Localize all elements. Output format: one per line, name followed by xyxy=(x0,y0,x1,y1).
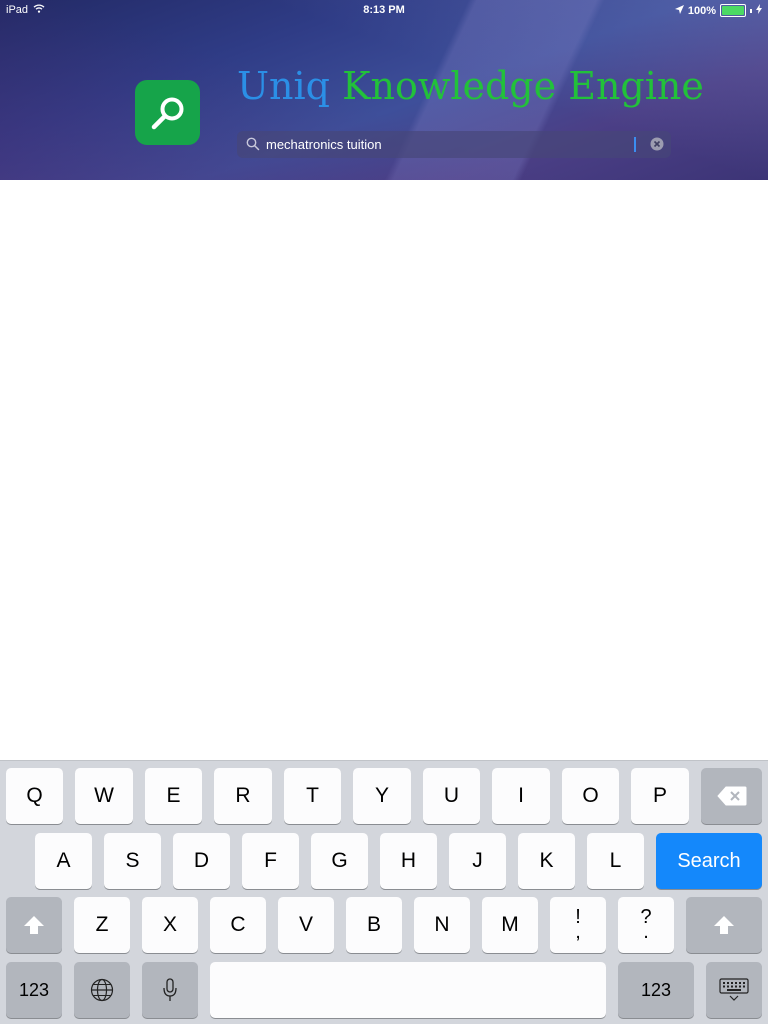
app-title-uniq: Uniq xyxy=(237,64,330,108)
period-label: . xyxy=(643,921,649,943)
key-question-period[interactable]: ? . xyxy=(618,897,674,953)
key-exclaim-comma[interactable]: ! , xyxy=(550,897,606,953)
location-arrow-icon xyxy=(674,4,684,17)
app-logo xyxy=(135,80,200,145)
magnifier-icon xyxy=(246,137,260,156)
status-right: 100% xyxy=(674,4,762,17)
key-v[interactable]: V xyxy=(278,897,334,953)
search-key[interactable]: Search xyxy=(656,833,762,889)
key-o[interactable]: O xyxy=(562,768,619,824)
search-input[interactable] xyxy=(266,133,646,155)
key-t[interactable]: T xyxy=(284,768,341,824)
key-a[interactable]: A xyxy=(35,833,92,889)
dismiss-keyboard-key[interactable] xyxy=(706,962,762,1018)
magnifier-logo-icon xyxy=(151,97,183,129)
key-x[interactable]: X xyxy=(142,897,198,953)
key-n[interactable]: N xyxy=(414,897,470,953)
shift-arrow-icon xyxy=(24,916,44,934)
key-s[interactable]: S xyxy=(104,833,161,889)
key-f[interactable]: F xyxy=(242,833,299,889)
text-caret xyxy=(634,137,636,152)
numbers-key-left[interactable]: 123 xyxy=(6,962,62,1018)
key-j[interactable]: J xyxy=(449,833,506,889)
globe-icon xyxy=(90,978,114,1002)
battery-tip xyxy=(750,8,752,13)
results-area xyxy=(0,180,768,760)
space-key[interactable] xyxy=(210,962,606,1018)
backspace-icon xyxy=(716,786,746,806)
question-period-glyph: ? . xyxy=(640,907,651,943)
shift-key-right[interactable] xyxy=(686,897,762,953)
exclaim-comma-glyph: ! , xyxy=(575,907,581,943)
key-h[interactable]: H xyxy=(380,833,437,889)
status-bar: iPad 8:13 PM 100% xyxy=(0,0,768,20)
backspace-key[interactable] xyxy=(701,768,762,824)
search-bar[interactable] xyxy=(237,131,671,158)
shift-key-left[interactable] xyxy=(6,897,62,953)
battery-percent: 100% xyxy=(687,4,716,17)
numbers-key-right[interactable]: 123 xyxy=(618,962,694,1018)
microphone-icon xyxy=(163,978,177,1001)
globe-key[interactable] xyxy=(74,962,130,1018)
comma-label: , xyxy=(575,921,581,943)
key-i[interactable]: I xyxy=(492,768,550,824)
clear-circle-icon[interactable] xyxy=(650,137,664,151)
key-m[interactable]: M xyxy=(482,897,538,953)
screen: iPad 8:13 PM 100% Uniq Knowledge Engine … xyxy=(0,0,768,1024)
keyboard-hide-icon xyxy=(719,978,749,1001)
key-u[interactable]: U xyxy=(423,768,480,824)
dictation-key[interactable] xyxy=(142,962,198,1018)
key-z[interactable]: Z xyxy=(74,897,130,953)
key-w[interactable]: W xyxy=(75,768,133,824)
key-k[interactable]: K xyxy=(518,833,575,889)
key-q[interactable]: Q xyxy=(6,768,63,824)
key-r[interactable]: R xyxy=(214,768,272,824)
key-g[interactable]: G xyxy=(311,833,368,889)
status-time: 8:13 PM xyxy=(363,4,405,16)
shift-arrow-icon xyxy=(714,916,734,934)
key-d[interactable]: D xyxy=(173,833,230,889)
key-b[interactable]: B xyxy=(346,897,402,953)
app-title-knowledge-engine: Knowledge Engine xyxy=(342,64,704,108)
key-e[interactable]: E xyxy=(145,768,202,824)
key-l[interactable]: L xyxy=(587,833,644,889)
battery-icon xyxy=(720,4,746,17)
app-title: Uniq Knowledge Engine xyxy=(237,64,704,108)
key-y[interactable]: Y xyxy=(353,768,411,824)
charging-bolt-icon xyxy=(756,4,762,17)
key-c[interactable]: C xyxy=(210,897,266,953)
key-p[interactable]: P xyxy=(631,768,689,824)
on-screen-keyboard: Q W E R T Y U I O P A S D F G H J K L Se… xyxy=(0,760,768,1024)
